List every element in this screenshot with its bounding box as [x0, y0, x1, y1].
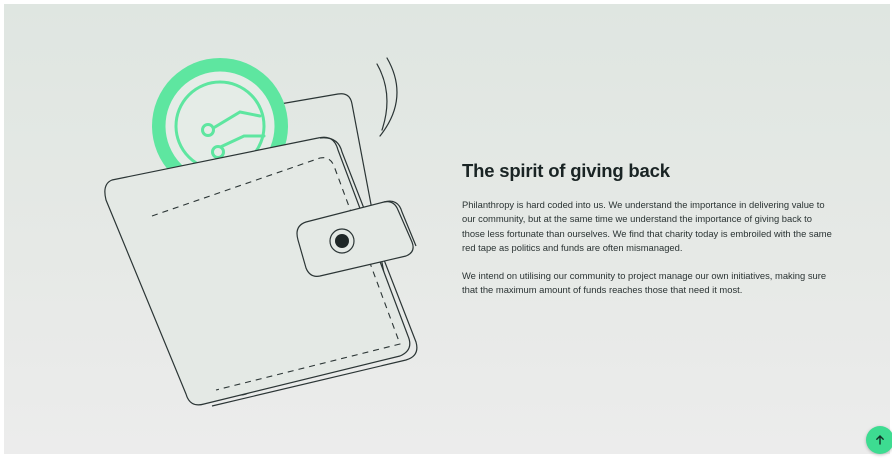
content-block: The spirit of giving back Philanthropy i… — [462, 160, 834, 312]
motion-line — [376, 63, 388, 131]
paragraph-community: We intend on utilising our community to … — [462, 270, 827, 296]
arrow-up-icon — [876, 435, 884, 445]
page-section: The spirit of giving back Philanthropy i… — [4, 4, 890, 454]
section-title: The spirit of giving back — [462, 160, 670, 181]
wallet-coin-illustration — [104, 57, 418, 407]
motion-line — [379, 57, 398, 137]
scroll-to-top-button[interactable] — [866, 426, 892, 454]
wallet-front — [104, 136, 411, 406]
paragraph-philanthropy: Philanthropy is hard coded into us. We u… — [462, 199, 832, 253]
